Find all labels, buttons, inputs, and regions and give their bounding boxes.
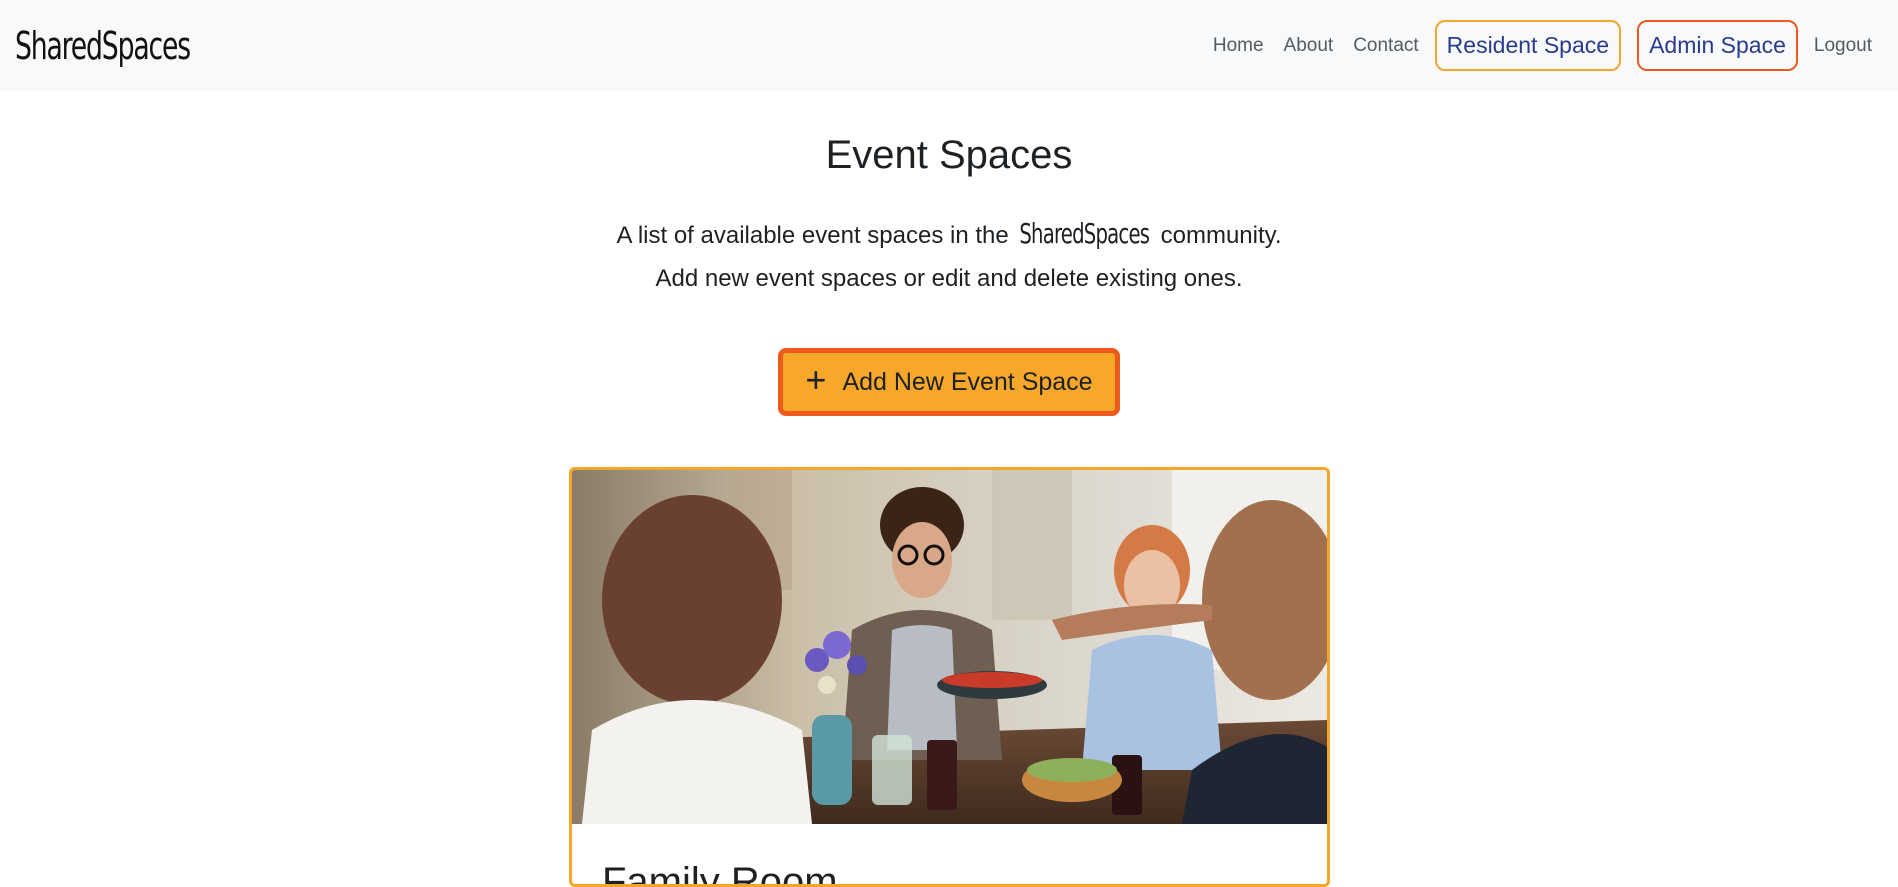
add-event-space-label: Add New Event Space: [842, 367, 1093, 396]
intro-line-1: A list of available event spaces in the …: [0, 212, 1898, 257]
intro-text: A list of available event spaces in the …: [0, 212, 1898, 300]
plus-icon: +: [805, 359, 827, 400]
event-space-card[interactable]: Family Room: [569, 467, 1330, 887]
intro-line-2: Add new event spaces or edit and delete …: [655, 265, 1243, 292]
nav-link-logout[interactable]: Logout: [1804, 35, 1882, 57]
intro-text-after: community.: [1160, 222, 1282, 249]
brand-logo[interactable]: SharedSpaces: [15, 24, 191, 68]
intro-brand: SharedSpaces: [1019, 217, 1151, 250]
top-navbar: SharedSpaces Home About Contact Resident…: [0, 0, 1898, 91]
page-title: Event Spaces: [825, 133, 1073, 177]
nav-resident-space-button[interactable]: Resident Space: [1434, 20, 1622, 71]
nav-links: Home About Contact Resident Space Admin …: [1203, 20, 1882, 71]
main-content: Event Spaces A list of available event s…: [0, 91, 1898, 416]
add-event-space-button[interactable]: + Add New Event Space: [778, 348, 1120, 416]
nav-link-home[interactable]: Home: [1203, 35, 1274, 57]
nav-admin-space-button[interactable]: Admin Space: [1637, 20, 1798, 71]
nav-link-contact[interactable]: Contact: [1343, 35, 1428, 57]
event-space-photo: [572, 470, 1327, 824]
nav-link-about[interactable]: About: [1274, 35, 1344, 57]
intro-text-before: A list of available event spaces in the: [616, 222, 1009, 249]
event-space-card-title: Family Room: [602, 860, 838, 887]
